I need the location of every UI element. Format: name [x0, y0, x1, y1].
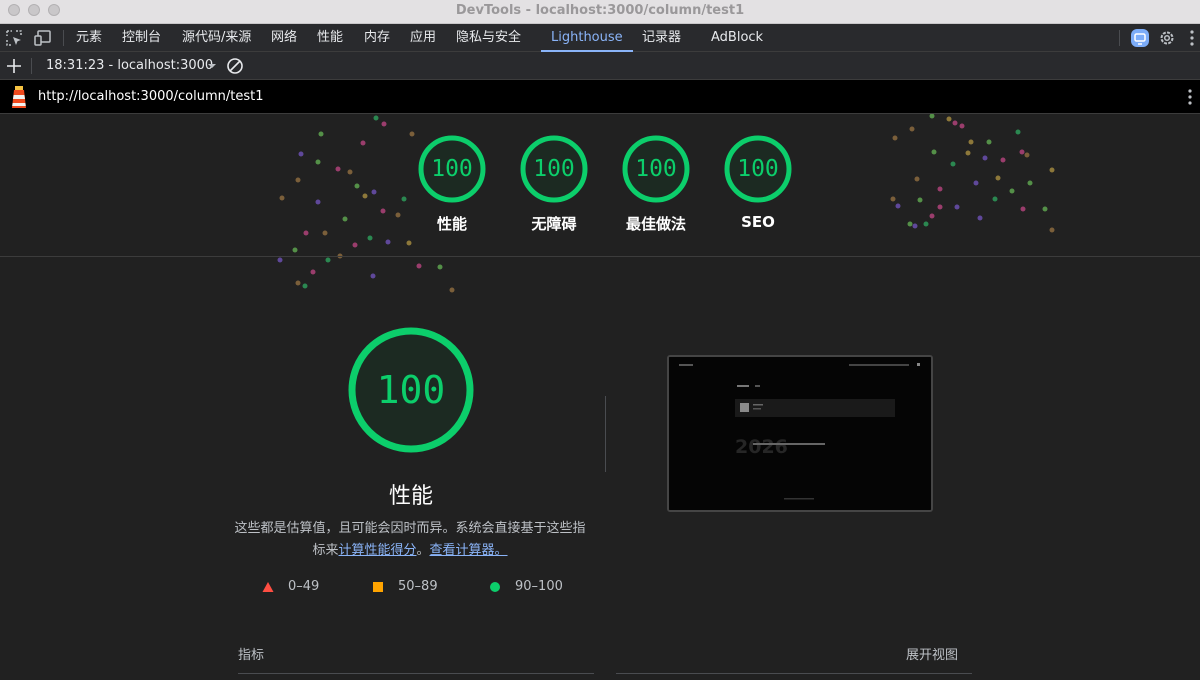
- tab-network[interactable]: 网络: [271, 24, 297, 52]
- settings-gear-icon[interactable]: [1157, 28, 1177, 48]
- gauge-accessibility-score: 100: [533, 156, 575, 182]
- report-url[interactable]: http://localhost:3000/column/test1: [38, 89, 264, 104]
- report-selector[interactable]: 18:31:23 - localhost:3000: [46, 58, 213, 73]
- device-toolbar-icon[interactable]: [33, 28, 53, 48]
- gauge-seo-label[interactable]: SEO: [698, 213, 818, 231]
- orange-square-icon: [373, 582, 383, 592]
- gauge-performance[interactable]: 100: [417, 134, 487, 204]
- svg-text:2026: 2026: [735, 436, 788, 458]
- performance-score: 100: [376, 368, 446, 412]
- lighthouse-report-toolbar: 18:31:23 - localhost:3000: [0, 52, 1200, 80]
- inspect-element-icon[interactable]: [4, 28, 24, 48]
- tab-performance[interactable]: 性能: [317, 24, 343, 52]
- gauge-seo[interactable]: 100: [723, 134, 793, 204]
- performance-gauge-large: 100: [346, 325, 476, 455]
- gauge-performance-score: 100: [431, 156, 473, 182]
- performance-vertical-divider: [605, 396, 606, 472]
- performance-description: 这些都是估算值，且可能会因时而异。系统会直接基于这些指标来计算性能得分。查看计算…: [230, 518, 590, 562]
- legend-pass-range: 90–100: [515, 579, 563, 594]
- green-circle-icon: [490, 582, 500, 592]
- legend-average-range: 50–89: [398, 579, 438, 594]
- tab-recorder[interactable]: 记录器: [642, 24, 681, 52]
- gauge-best-practices[interactable]: 100: [621, 134, 691, 204]
- tab-application[interactable]: 应用: [410, 24, 436, 52]
- metrics-heading: 指标: [238, 648, 265, 663]
- metrics-divider-right: [616, 673, 972, 674]
- tab-elements[interactable]: 元素: [76, 24, 102, 52]
- tab-memory[interactable]: 内存: [364, 24, 390, 52]
- gauge-seo-score: 100: [737, 156, 779, 182]
- view-calculator-link[interactable]: 查看计算器。: [430, 543, 508, 558]
- red-triangle-icon: [262, 582, 274, 592]
- tab-adblock[interactable]: AdBlock: [711, 24, 763, 52]
- calculate-score-link[interactable]: 计算性能得分: [338, 543, 416, 558]
- tab-sources[interactable]: 源代码/来源: [182, 24, 251, 52]
- performance-title: 性能: [388, 484, 433, 509]
- devtools-tab-bar: 元素 控制台 源代码/来源 网络 性能 内存 应用 隐私与安全 Lighthou…: [0, 24, 1200, 52]
- tab-lighthouse[interactable]: Lighthouse: [541, 24, 633, 52]
- clear-reports-icon[interactable]: [225, 56, 245, 76]
- more-options-icon[interactable]: [1182, 28, 1200, 48]
- expand-view-toggle[interactable]: 展开视图: [906, 644, 958, 663]
- metrics-divider-left: [238, 673, 594, 674]
- ai-assistance-icon[interactable]: [1130, 28, 1150, 48]
- toolbar-divider-right: [1119, 30, 1120, 46]
- tab-console[interactable]: 控制台: [122, 24, 161, 52]
- final-screenshot-image: 2026: [669, 357, 931, 510]
- report-url-bar: http://localhost:3000/column/test1: [0, 80, 1200, 114]
- gauge-accessibility[interactable]: 100: [519, 134, 589, 204]
- toolbar-divider: [63, 30, 64, 46]
- report-toolbar-divider: [31, 58, 32, 74]
- window-title: DevTools - localhost:3000/column/test1: [455, 3, 745, 18]
- legend-fail-range: 0–49: [288, 579, 320, 594]
- lighthouse-report: 100 性能 100 无障碍 100 最佳做法 100 SEO 100 性能 这…: [0, 114, 1200, 680]
- new-report-icon[interactable]: [4, 56, 24, 76]
- description-separator: 。: [416, 543, 430, 558]
- window-title-bar: DevTools - localhost:3000/column/test1: [0, 0, 1200, 24]
- dropdown-caret-icon[interactable]: [202, 56, 222, 76]
- report-menu-icon[interactable]: [1180, 87, 1200, 107]
- summary-divider: [0, 256, 1200, 257]
- lighthouse-logo-icon: [9, 84, 29, 110]
- tab-privacy-security[interactable]: 隐私与安全: [456, 24, 521, 52]
- final-screenshot-thumbnail[interactable]: 2026: [667, 355, 933, 512]
- gauge-best-practices-score: 100: [635, 156, 677, 182]
